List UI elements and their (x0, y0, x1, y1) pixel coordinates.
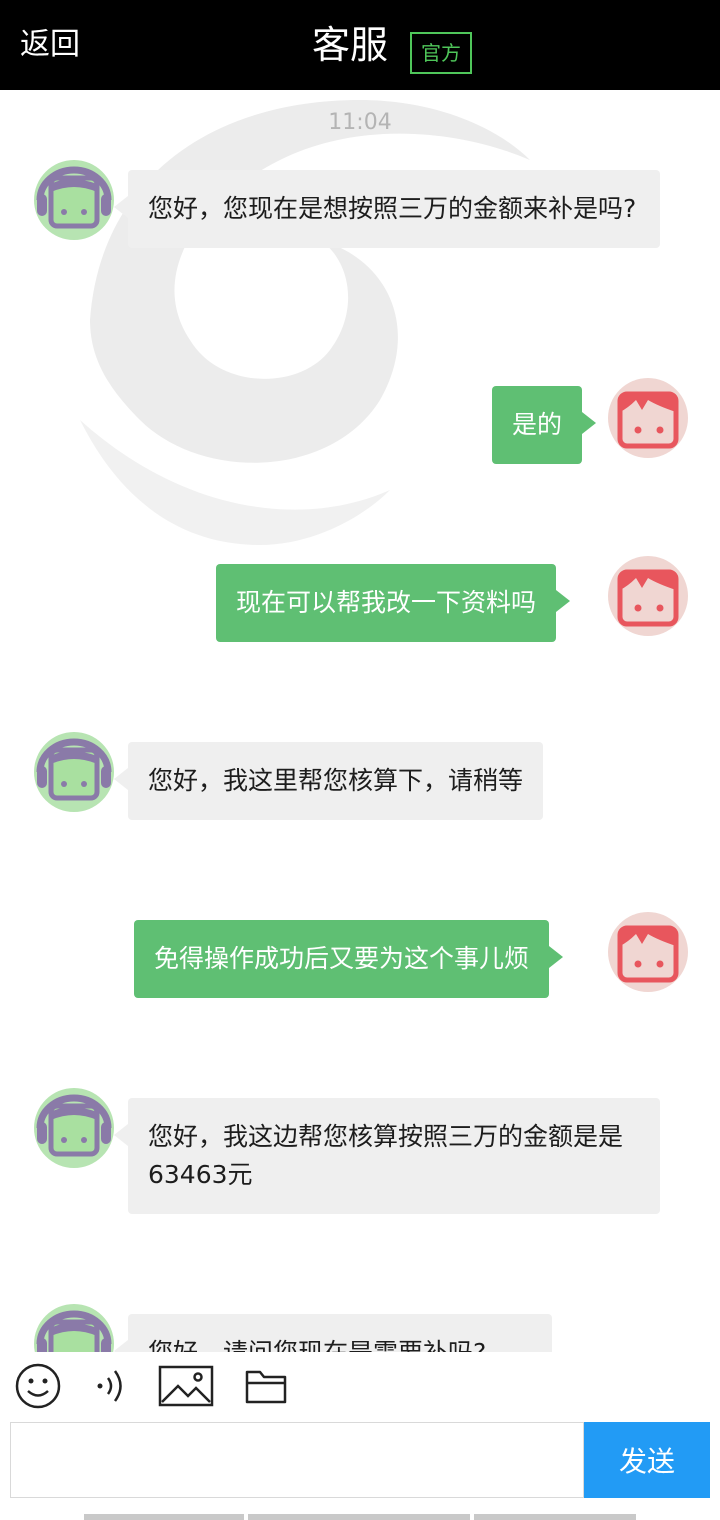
back-button[interactable]: 返回 (20, 22, 80, 68)
headset-agent-icon (36, 1094, 112, 1157)
user-avatar[interactable] (608, 378, 688, 458)
agent-avatar[interactable] (34, 160, 114, 240)
send-button[interactable]: 发送 (584, 1422, 710, 1498)
message-input[interactable] (10, 1422, 584, 1498)
voice-icon[interactable] (92, 1364, 128, 1408)
user-avatar[interactable] (608, 556, 688, 636)
user-face-icon (617, 391, 679, 449)
agent-message: 您好，我这边帮您核算按照三万的金额是是63463元 (114, 1098, 660, 1214)
agent-avatar[interactable] (34, 1088, 114, 1168)
agent-message: 您好，请问您现在是需要补吗? (114, 1314, 552, 1352)
gesture-bar (474, 1514, 636, 1520)
emoji-icon[interactable] (14, 1362, 62, 1410)
headset-agent-icon (36, 1310, 112, 1352)
chat-area[interactable]: 11:04 您好，您现在是想按照三万的金额来补是吗? 是的 现在可以帮我改一下资… (0, 90, 720, 1352)
user-face-icon (617, 569, 679, 627)
watermark-logo-icon (80, 100, 530, 545)
page-title: 客服 (312, 23, 389, 67)
user-message: 免得操作成功后又要为这个事儿烦 (134, 920, 564, 998)
user-face-icon (617, 925, 679, 983)
user-avatar[interactable] (608, 912, 688, 992)
headset-agent-icon (36, 166, 112, 229)
user-message: 现在可以帮我改一下资料吗 (216, 564, 571, 642)
agent-avatar[interactable] (34, 1304, 114, 1352)
headset-agent-icon (36, 738, 112, 801)
agent-avatar[interactable] (34, 732, 114, 812)
gesture-bar (248, 1514, 470, 1520)
image-icon[interactable] (158, 1364, 214, 1408)
top-bar: 返回 客服 官方 (0, 0, 720, 90)
user-message: 是的 (492, 386, 597, 464)
gesture-bar (84, 1514, 244, 1520)
agent-message: 您好，您现在是想按照三万的金额来补是吗? (114, 170, 660, 248)
folder-icon[interactable] (244, 1364, 288, 1408)
agent-message: 您好，我这里帮您核算下，请稍等 (113, 742, 544, 820)
official-badge: 官方 (410, 32, 472, 74)
input-toolbar: 发送 (0, 1352, 720, 1520)
timestamp: 11:04 (328, 110, 392, 135)
